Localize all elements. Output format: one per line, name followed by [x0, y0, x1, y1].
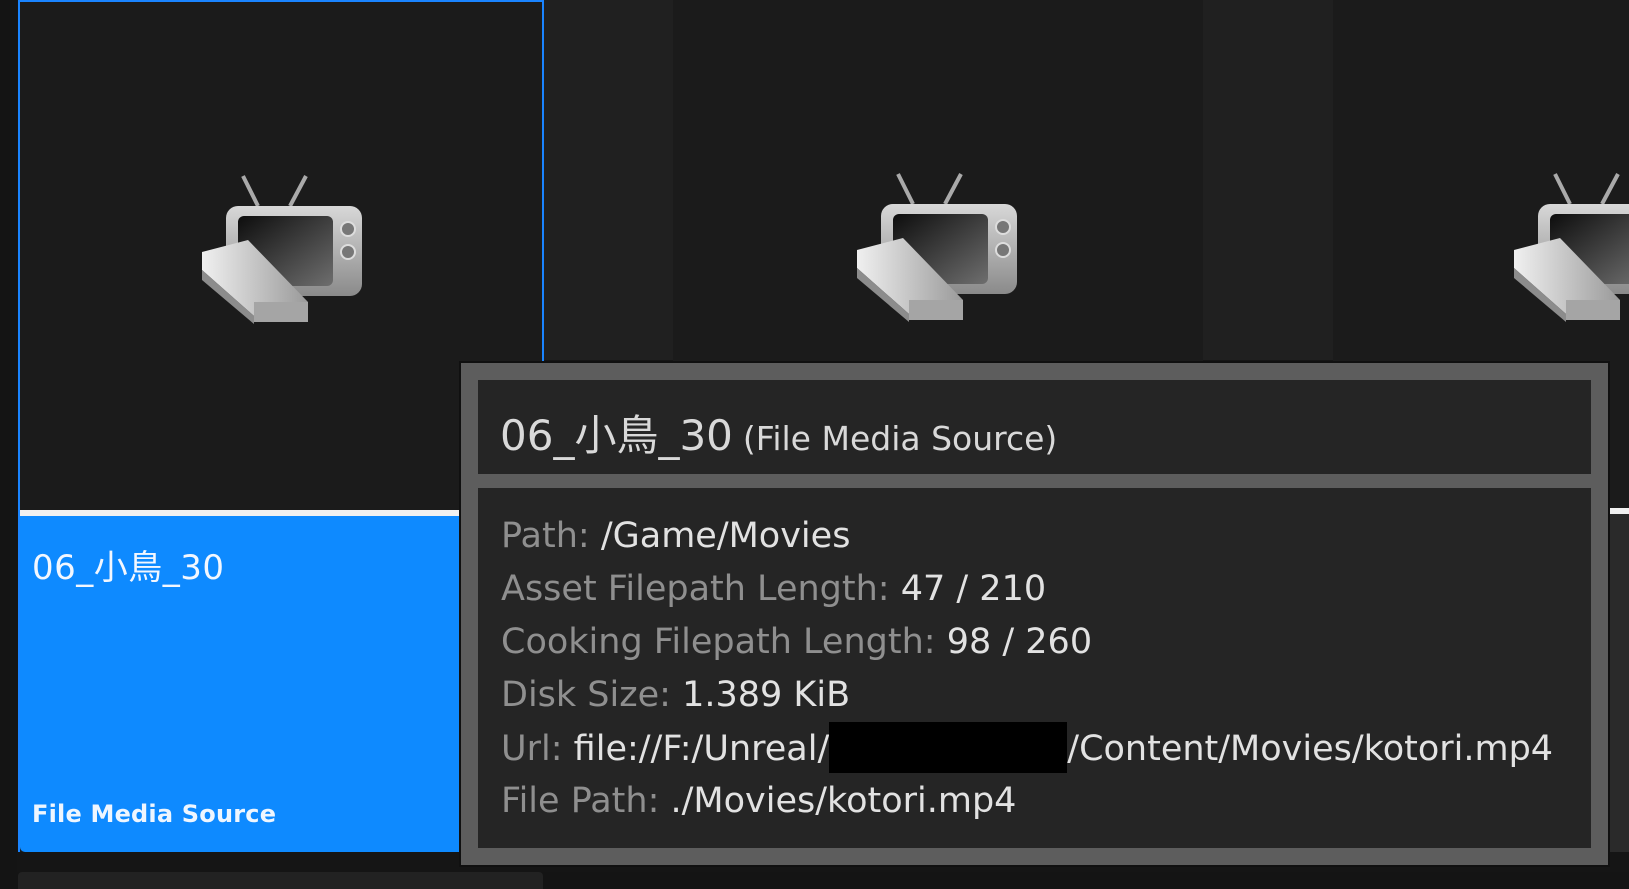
bottom-strip [0, 872, 1629, 889]
tooltip-title: 06_小鳥_30 [500, 411, 733, 460]
tooltip-title-line: 06_小鳥_30 (File Media Source) [500, 402, 1057, 463]
tooltip-subtitle: (File Media Source) [742, 419, 1058, 458]
content-browser: 06_小鳥_30 File Media Source 06_小鳥_30 (Fil… [0, 0, 1629, 889]
tv-icon [202, 175, 362, 324]
asset-name: 06_小鳥_30 [32, 548, 225, 588]
tooltip-row-path: Path: /Game/Movies [501, 510, 1553, 563]
tooltip-body: Path: /Game/Movies Asset Filepath Length… [478, 488, 1591, 848]
row-value-end: /Content/Movies/kotori.mp4 [1067, 729, 1554, 769]
tile-gap [1203, 0, 1333, 360]
row-key: Path: [501, 516, 590, 556]
row-key: Asset Filepath Length: [501, 569, 890, 609]
row-key: Url: [501, 729, 563, 769]
row-key: Cooking Filepath Length: [501, 622, 936, 662]
left-rail [0, 0, 17, 889]
bottom-strip-nub [18, 872, 543, 889]
row-key: Disk Size: [501, 675, 671, 715]
row-value: ./Movies/kotori.mp4 [670, 781, 1017, 821]
tv-icon [1514, 173, 1629, 322]
row-key: File Path: [501, 781, 660, 821]
tooltip-row-disk-size: Disk Size: 1.389 KiB [501, 669, 1553, 722]
row-value: 1.389 KiB [682, 675, 851, 715]
tooltip-row-url: Url: file://F:/Unreal/ /Content/Movies/ko… [501, 722, 1553, 775]
tooltip-row-file-path: File Path: ./Movies/kotori.mp4 [501, 775, 1553, 828]
tooltip-row-cooking-filepath-length: Cooking Filepath Length: 98 / 260 [501, 616, 1553, 669]
row-value: 47 / 210 [900, 569, 1047, 609]
tooltip-rows: Path: /Game/Movies Asset Filepath Length… [501, 510, 1553, 828]
row-value: 98 / 260 [946, 622, 1093, 662]
asset-type: File Media Source [32, 800, 277, 828]
tv-icon [857, 173, 1017, 322]
tile-gap [543, 0, 673, 360]
asset-tooltip: 06_小鳥_30 (File Media Source) Path: /Game/… [459, 361, 1610, 867]
row-value: /Game/Movies [600, 516, 851, 556]
redaction-block [829, 722, 1068, 773]
tooltip-row-asset-filepath-length: Asset Filepath Length: 47 / 210 [501, 563, 1553, 616]
tooltip-header: 06_小鳥_30 (File Media Source) [478, 380, 1591, 474]
row-value-start: file://F:/Unreal/ [573, 729, 830, 769]
